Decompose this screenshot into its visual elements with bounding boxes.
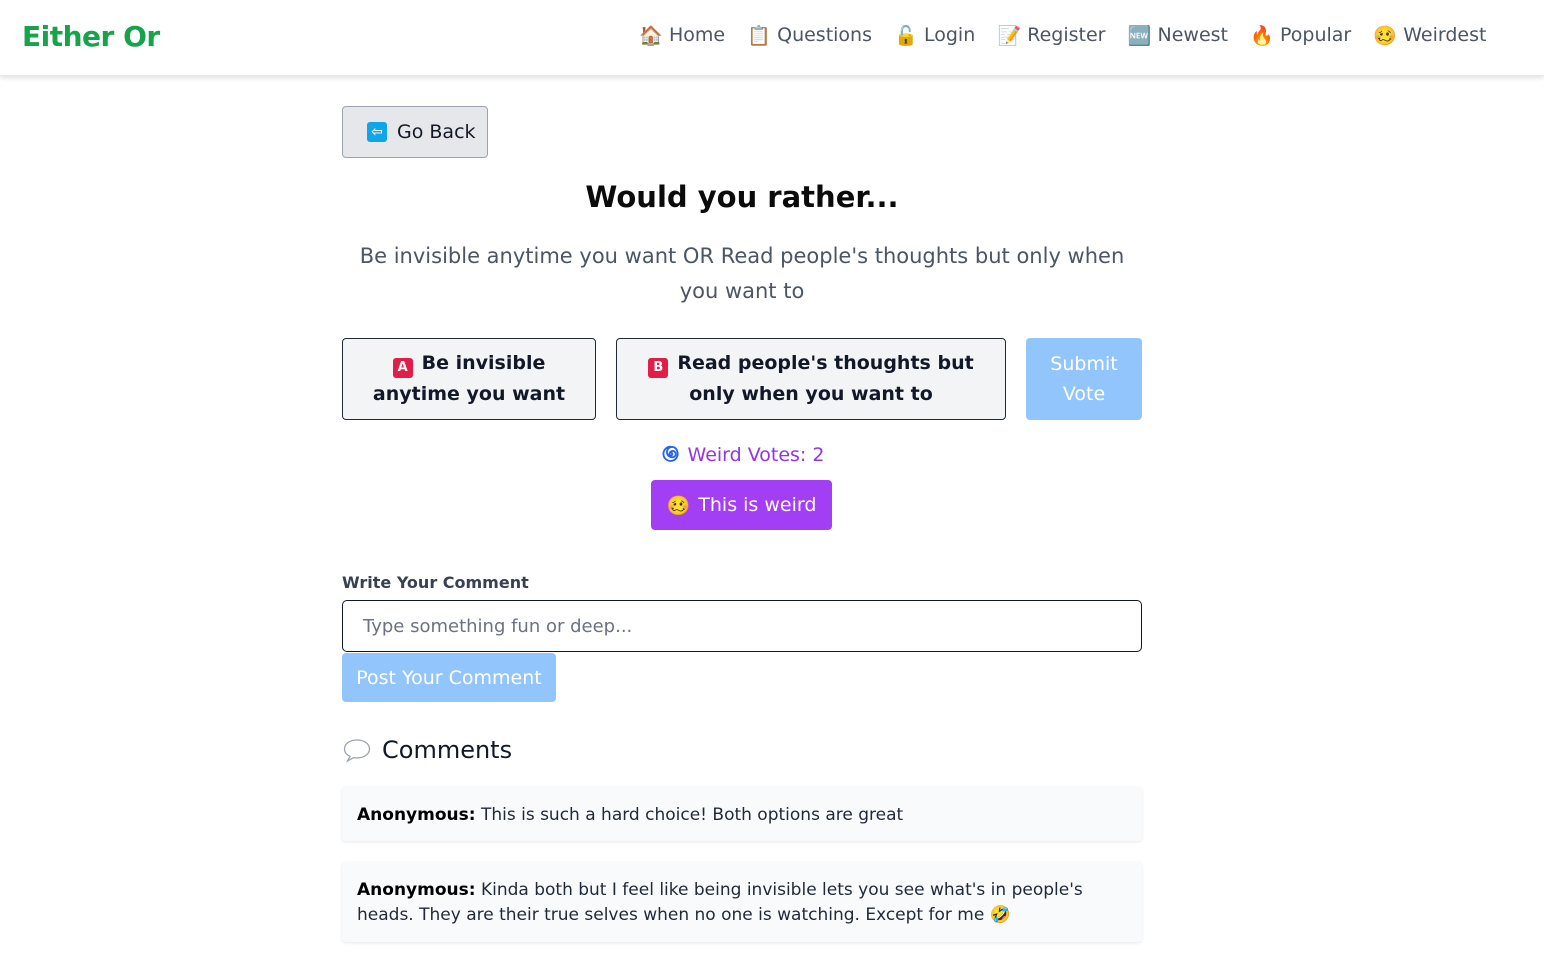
option-b-text: B Read people's thoughts but only when yo…	[631, 348, 991, 410]
nav-login-label: Login	[924, 24, 976, 46]
woozy-face-icon: 🥴	[666, 494, 691, 517]
comment-field-label: Write Your Comment	[342, 573, 529, 592]
navbar: Either Or 🏠 Home 📋 Questions 🔓 Login 📝 R…	[0, 0, 1544, 76]
option-a-text: A Be invisible anytime you want	[357, 348, 581, 410]
new-badge-icon: 🆕	[1127, 24, 1152, 47]
comment-text: This is such a hard choice! Both options…	[475, 805, 904, 825]
go-back-label: Go Back	[397, 121, 476, 143]
nav-newest[interactable]: 🆕 Newest	[1127, 24, 1228, 47]
house-icon: 🏠	[639, 24, 663, 47]
nav-register-label: Register	[1027, 24, 1106, 46]
nav-questions[interactable]: 📋 Questions	[747, 24, 872, 47]
page-title: Would you rather...	[585, 180, 899, 214]
nav-menu: 🏠 Home 📋 Questions 🔓 Login 📝 Register 🆕 …	[639, 24, 1487, 47]
comment-input[interactable]	[342, 600, 1142, 652]
weird-votes-count: Weird Votes: 2	[342, 443, 1142, 466]
comment-item: Anonymous: Kinda both but I feel like be…	[342, 862, 1142, 942]
comments-heading-label: Comments	[382, 736, 513, 764]
option-a-button[interactable]: A Be invisible anytime you want	[342, 338, 596, 420]
nav-popular[interactable]: 🔥 Popular	[1250, 24, 1352, 47]
letter-a-icon: A	[392, 357, 413, 378]
go-back-button[interactable]: ⇦ Go Back	[342, 106, 488, 158]
this-is-weird-button[interactable]: 🥴 This is weird	[651, 480, 832, 530]
comment-author: Anonymous:	[357, 880, 476, 900]
nav-newest-label: Newest	[1157, 24, 1228, 46]
nav-weirdest-label: Weirdest	[1403, 24, 1487, 46]
question-text: Be invisible anytime you want OR Read pe…	[359, 244, 1125, 303]
memo-icon: 📝	[997, 24, 1022, 47]
brand-logo[interactable]: Either Or	[22, 20, 160, 53]
woozy-face-icon: 🥴	[1373, 24, 1398, 47]
nav-login[interactable]: 🔓 Login	[894, 24, 976, 47]
option-b-button[interactable]: B Read people's thoughts but only when yo…	[616, 338, 1006, 420]
nav-home[interactable]: 🏠 Home	[639, 24, 726, 47]
clipboard-icon: 📋	[747, 24, 771, 47]
cyclone-icon	[662, 445, 679, 462]
left-arrow-icon: ⇦	[367, 122, 387, 142]
nav-weirdest[interactable]: 🥴 Weirdest	[1373, 24, 1487, 47]
comment-author: Anonymous:	[357, 805, 476, 825]
submit-vote-button[interactable]: Submit Vote	[1026, 338, 1142, 420]
post-comment-button[interactable]: Post Your Comment	[342, 653, 556, 702]
weird-votes-text: Weird Votes: 2	[687, 444, 825, 466]
lock-icon: 🔓	[894, 24, 918, 47]
nav-home-label: Home	[669, 24, 726, 46]
speech-bubble-icon	[343, 739, 371, 763]
letter-b-icon: B	[648, 357, 669, 378]
nav-popular-label: Popular	[1279, 24, 1352, 46]
this-is-weird-label: This is weird	[698, 494, 817, 516]
option-b-label: Read people's thoughts but only when you…	[677, 352, 974, 405]
nav-questions-label: Questions	[777, 24, 872, 46]
nav-register[interactable]: 📝 Register	[997, 24, 1106, 47]
comments-heading: Comments	[342, 736, 512, 764]
fire-icon: 🔥	[1250, 24, 1274, 47]
comment-item: Anonymous: This is such a hard choice! B…	[342, 787, 1142, 841]
